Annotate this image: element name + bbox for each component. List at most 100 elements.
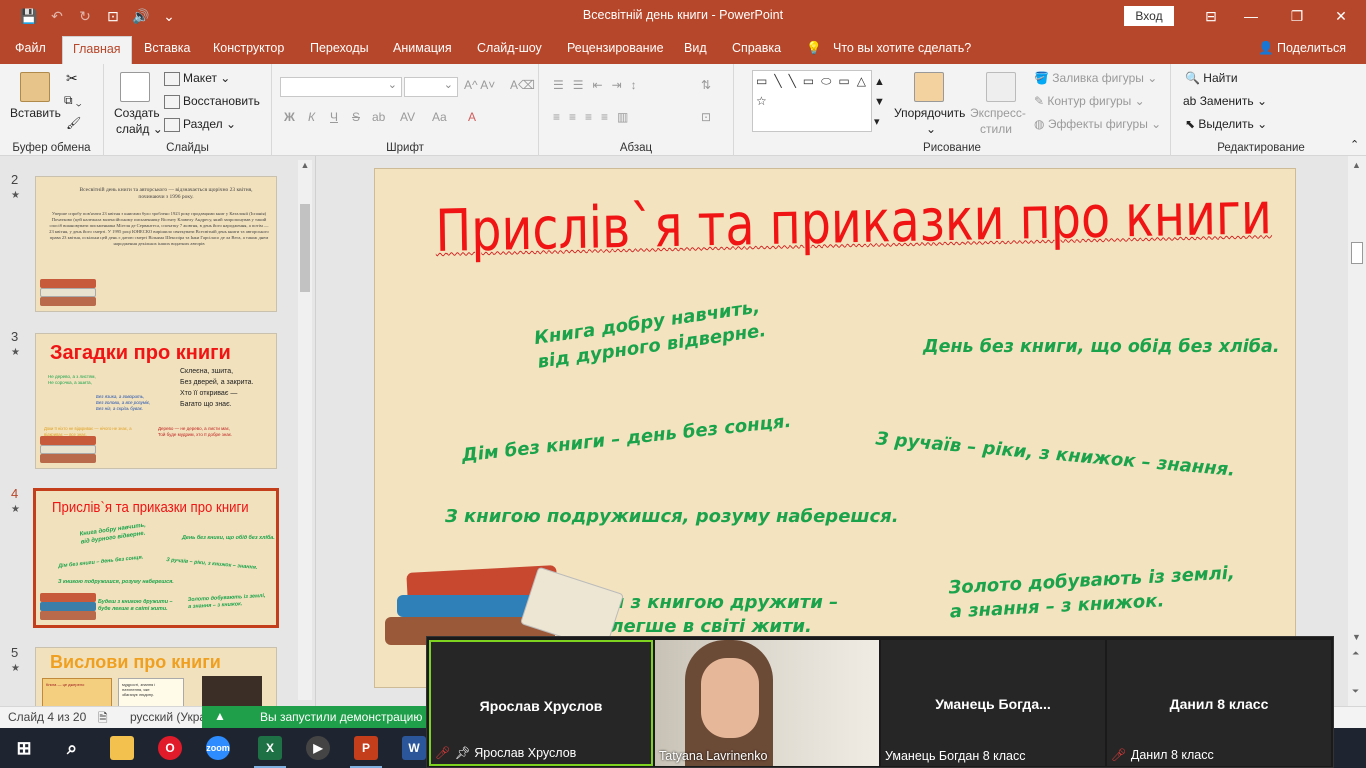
shapes-gallery[interactable]: ▭╲╲▭⬭▭△⌐⌐⇨⬠⬡⌇⌒⌒{}☆ — [752, 70, 872, 132]
powerpoint-window: 💾 ↶ ↻ ⊡ 🔊 ⌄ Всесвітній день книги - Powe… — [0, 0, 1366, 768]
copy-icon[interactable]: ⧉ ⌄ — [64, 93, 82, 108]
arrange-icon[interactable] — [914, 72, 944, 102]
next-slide-icon[interactable]: ⏷ — [1352, 686, 1359, 697]
strikethrough-button[interactable]: S — [352, 110, 360, 124]
section-button[interactable]: Раздел ⌄ — [164, 117, 236, 132]
font-family-combo[interactable] — [280, 77, 402, 97]
slide-thumbnail-4[interactable]: Прислів`я та приказки про книги Книга до… — [33, 488, 279, 628]
zoom-tile[interactable]: Данил 8 класс 🎤︎ Данил 8 класс — [1107, 640, 1331, 766]
proverb-5[interactable]: З книгою подружишся, розуму наберешся. — [445, 505, 899, 529]
excel-icon[interactable]: X — [254, 736, 286, 768]
powerpoint-icon[interactable]: P — [350, 736, 382, 768]
change-case-button[interactable]: Aa — [432, 110, 447, 124]
new-slide-icon[interactable] — [120, 72, 150, 102]
share-icon[interactable]: 👤 — [1258, 41, 1274, 56]
replace-button[interactable]: ab Заменить ⌄ — [1183, 94, 1267, 108]
tab-help[interactable]: Справка — [732, 41, 781, 55]
shapes-gallery-scroll[interactable]: ▲ ▼ ▾ — [874, 72, 885, 132]
tab-file[interactable]: Файл — [15, 41, 46, 55]
italic-button[interactable]: К — [308, 110, 315, 124]
char-spacing-button[interactable]: AV — [400, 110, 415, 124]
word-icon[interactable]: W — [402, 736, 426, 760]
quick-styles-icon[interactable] — [986, 72, 1016, 102]
spellcheck-icon[interactable]: 🗎 — [98, 709, 108, 730]
scroll-up-icon[interactable]: ▲ — [1352, 160, 1361, 170]
scroll-up-icon[interactable]: ▲ — [298, 160, 312, 170]
grow-font-icon[interactable]: A^ A˅ — [464, 78, 495, 92]
shape-effects-button[interactable]: ◍ Эффекты фигуры ⌄ — [1034, 117, 1161, 131]
restore-button[interactable]: ❐ — [1282, 6, 1312, 26]
bold-button[interactable]: Ж — [284, 110, 295, 124]
minimize-button[interactable]: — — [1236, 6, 1266, 26]
file-explorer-icon[interactable] — [110, 736, 134, 760]
new-slide-button-line2[interactable]: слайд ⌄ — [116, 122, 163, 136]
language-indicator[interactable]: русский (Укра — [130, 710, 206, 724]
tab-insert[interactable]: Вставка — [144, 41, 190, 55]
prev-slide-icon[interactable]: ⏶ — [1352, 648, 1359, 659]
paste-button[interactable]: Вставить — [10, 106, 61, 120]
align-buttons[interactable]: ≡≡≡≡▥ — [553, 110, 637, 124]
shape-outline-button[interactable]: ✎ Контур фигуры ⌄ — [1034, 94, 1145, 108]
format-painter-icon[interactable]: 🖌 — [66, 116, 81, 130]
media-player-icon[interactable]: ▶ — [306, 736, 330, 760]
tab-home[interactable]: Главная — [62, 36, 132, 64]
quick-styles-button[interactable]: Экспресс- — [970, 106, 1026, 120]
zoom-icon[interactable]: zoom — [206, 736, 230, 760]
font-size-combo[interactable] — [404, 77, 458, 97]
underline-button[interactable]: Ч — [330, 110, 338, 124]
align-text-icon[interactable]: ⊡ — [701, 110, 711, 124]
reset-button[interactable]: Восстановить — [164, 94, 260, 109]
ribbon-display-icon[interactable]: ⊟ — [1196, 6, 1226, 26]
scroll-down-icon[interactable]: ▼ — [1352, 632, 1361, 642]
proverb-4[interactable]: З ручаїв – ріки, з книжок – знання. — [875, 427, 1236, 482]
tab-design[interactable]: Конструктор — [213, 41, 284, 55]
arrange-button[interactable]: Упорядочить — [894, 106, 965, 120]
scroll-thumb[interactable] — [1351, 242, 1363, 264]
zoom-tile[interactable]: Ярослав Хруслов 🎤︎ 📌︎ Ярослав Хруслов — [429, 640, 653, 766]
replace-icon: ab — [1183, 94, 1200, 108]
proverb-1[interactable]: Книга добру навчить, від дурного відверне… — [533, 295, 768, 375]
tab-animations[interactable]: Анимация — [393, 41, 452, 55]
tab-review[interactable]: Рецензирование — [567, 41, 664, 55]
slide-thumbnail-3[interactable]: Загадки про книги Склеєна, зшита, Без две… — [35, 333, 277, 469]
tab-view[interactable]: Вид — [684, 41, 707, 55]
zoom-tile[interactable]: Уманець Богда... Уманець Богдан 8 класс — [881, 640, 1105, 766]
slide-thumbnail-5[interactable]: Вислови про книги Книга — це джерело муд… — [35, 647, 277, 706]
proverb-3[interactable]: Дім без книги – день без сонця. — [461, 410, 793, 468]
font-color-button[interactable]: A — [468, 110, 476, 124]
proverb-2[interactable]: День без книги, що обід без хліба. — [923, 335, 1280, 359]
slide-title[interactable]: Прислів`я та приказки про книги — [435, 179, 1272, 265]
shape-fill-button[interactable]: 🪣 Заливка фигуры ⌄ — [1034, 71, 1157, 85]
signin-button[interactable]: Вход — [1124, 6, 1174, 26]
close-button[interactable]: ✕ — [1326, 6, 1356, 26]
thumbnail-scrollbar[interactable]: ▲ — [298, 160, 312, 700]
share-button[interactable]: Поделиться — [1277, 41, 1346, 55]
ribbon-tabs: Файл Главная Вставка Конструктор Переход… — [0, 32, 1366, 64]
cut-icon[interactable]: ✂ — [66, 70, 78, 87]
proverb-7[interactable]: Золото добувають із землі, а знання – з к… — [948, 562, 1237, 625]
start-icon[interactable]: ⊞ — [12, 736, 36, 760]
arrange-dropdown-icon[interactable]: ⌄ — [926, 122, 936, 136]
select-button[interactable]: ⬉ Выделить ⌄ — [1185, 117, 1267, 131]
scroll-thumb[interactable] — [300, 204, 310, 292]
editor-scrollbar[interactable]: ▲ ▼ ⏶ ⏷ — [1348, 156, 1366, 706]
clear-format-icon[interactable]: A⌫ — [510, 78, 535, 92]
tab-transitions[interactable]: Переходы — [310, 41, 369, 55]
text-direction-icon[interactable]: ⇅ — [701, 78, 711, 92]
search-icon[interactable]: ⌕ — [60, 736, 84, 760]
zoom-tile[interactable]: Tatyana Lavrinenko — [655, 640, 879, 766]
paste-icon[interactable] — [20, 72, 50, 102]
opera-icon[interactable]: O — [158, 736, 182, 760]
current-slide[interactable]: Прислів`я та приказки про книги Книга до… — [374, 168, 1296, 688]
new-slide-button[interactable]: Создать — [114, 106, 160, 120]
collapse-ribbon-icon[interactable]: ⌃ — [1350, 138, 1359, 151]
shadow-button[interactable]: ab — [372, 110, 385, 124]
quick-styles-button-line2[interactable]: стили — [980, 122, 1012, 136]
slide-thumbnail-2[interactable]: Всесвітній день книги та авторського — в… — [35, 176, 277, 312]
list-buttons[interactable]: ☰☰⇤⇥↕ — [553, 78, 646, 92]
find-icon: 🔍 — [1185, 71, 1204, 85]
find-button[interactable]: 🔍 Найти — [1185, 71, 1238, 85]
layout-button[interactable]: Макет ⌄ — [164, 71, 230, 86]
tell-me-search[interactable]: Что вы хотите сделать? — [833, 41, 971, 55]
tab-slideshow[interactable]: Слайд-шоу — [477, 41, 542, 55]
